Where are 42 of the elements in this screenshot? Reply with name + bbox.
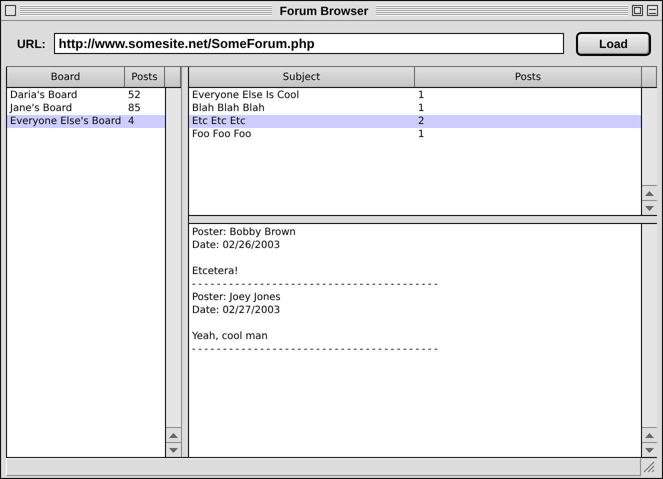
url-label: URL: bbox=[17, 36, 46, 50]
post-count: 1 bbox=[417, 103, 426, 114]
collapse-box[interactable] bbox=[647, 5, 658, 16]
thread-subject: Blah Blah Blah bbox=[191, 103, 266, 114]
post-count: 2 bbox=[417, 116, 426, 127]
board-row[interactable]: Jane's Board 85 bbox=[7, 102, 165, 115]
board-name: Daria's Board bbox=[9, 90, 78, 101]
poster-line: Poster: Joey Jones bbox=[192, 292, 282, 305]
window-title: Forum Browser bbox=[278, 4, 370, 18]
zoom-box[interactable] bbox=[632, 5, 643, 16]
thread-subject: Etc Etc Etc bbox=[191, 116, 247, 127]
thread-row[interactable]: Etc Etc Etc 2 bbox=[189, 115, 641, 128]
resize-grip-icon[interactable] bbox=[643, 461, 655, 473]
message-body: Etcetera! bbox=[192, 266, 240, 279]
load-button[interactable]: Load bbox=[576, 32, 651, 56]
post-count: 52 bbox=[127, 90, 142, 101]
close-box[interactable] bbox=[5, 5, 16, 16]
board-row[interactable]: Daria's Board 52 bbox=[7, 89, 165, 102]
thread-subject: Foo Foo Foo bbox=[191, 129, 252, 140]
thread-subject: Everyone Else Is Cool bbox=[191, 90, 300, 101]
post-count: 4 bbox=[127, 116, 136, 127]
column-header[interactable]: Posts bbox=[125, 67, 165, 87]
column-header[interactable]: Subject bbox=[189, 67, 415, 87]
thread-row[interactable]: Blah Blah Blah 1 bbox=[189, 102, 641, 115]
thread-row[interactable]: Everyone Else Is Cool 1 bbox=[189, 89, 641, 102]
column-header[interactable]: Posts bbox=[415, 67, 642, 87]
post-count: 1 bbox=[417, 129, 426, 140]
separator-line: ---------------------------------------- bbox=[192, 344, 442, 357]
column-header[interactable]: Board bbox=[7, 67, 125, 87]
board-name: Jane's Board bbox=[8, 103, 74, 114]
board-name: Everyone Else's Board bbox=[9, 116, 122, 127]
separator-line: ---------------------------------------- bbox=[192, 279, 442, 292]
poster-line: Poster: Bobby Brown bbox=[192, 227, 297, 240]
post-count: 85 bbox=[127, 103, 142, 114]
splitter[interactable] bbox=[181, 67, 189, 457]
post-count: 1 bbox=[417, 90, 426, 101]
message-body: Yeah, cool man bbox=[192, 331, 269, 344]
board-row[interactable]: Everyone Else's Board 4 bbox=[7, 115, 165, 128]
url-field[interactable]: http://www.somesite.net/SomeForum.php bbox=[54, 33, 564, 54]
date-line: Date: 02/27/2003 bbox=[192, 305, 282, 318]
date-line: Date: 02/26/2003 bbox=[192, 240, 282, 253]
thread-row[interactable]: Foo Foo Foo 1 bbox=[189, 128, 641, 141]
